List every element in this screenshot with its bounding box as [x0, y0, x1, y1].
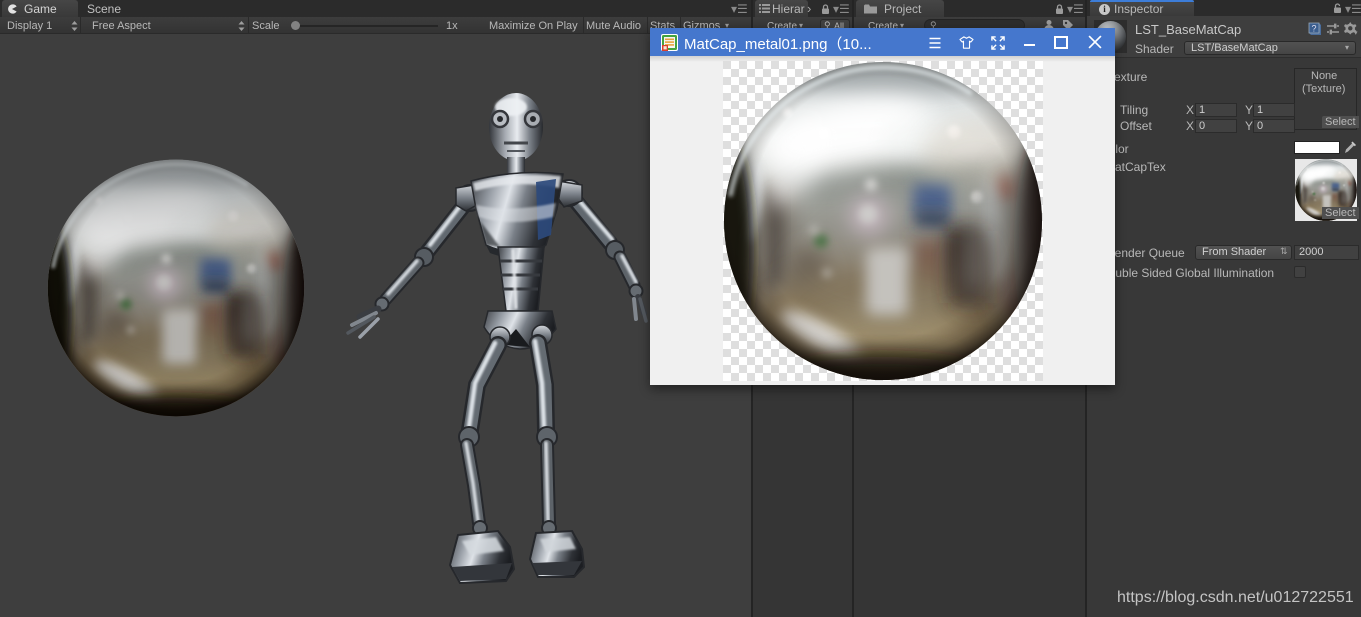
svg-text:?: ? — [1311, 24, 1316, 34]
